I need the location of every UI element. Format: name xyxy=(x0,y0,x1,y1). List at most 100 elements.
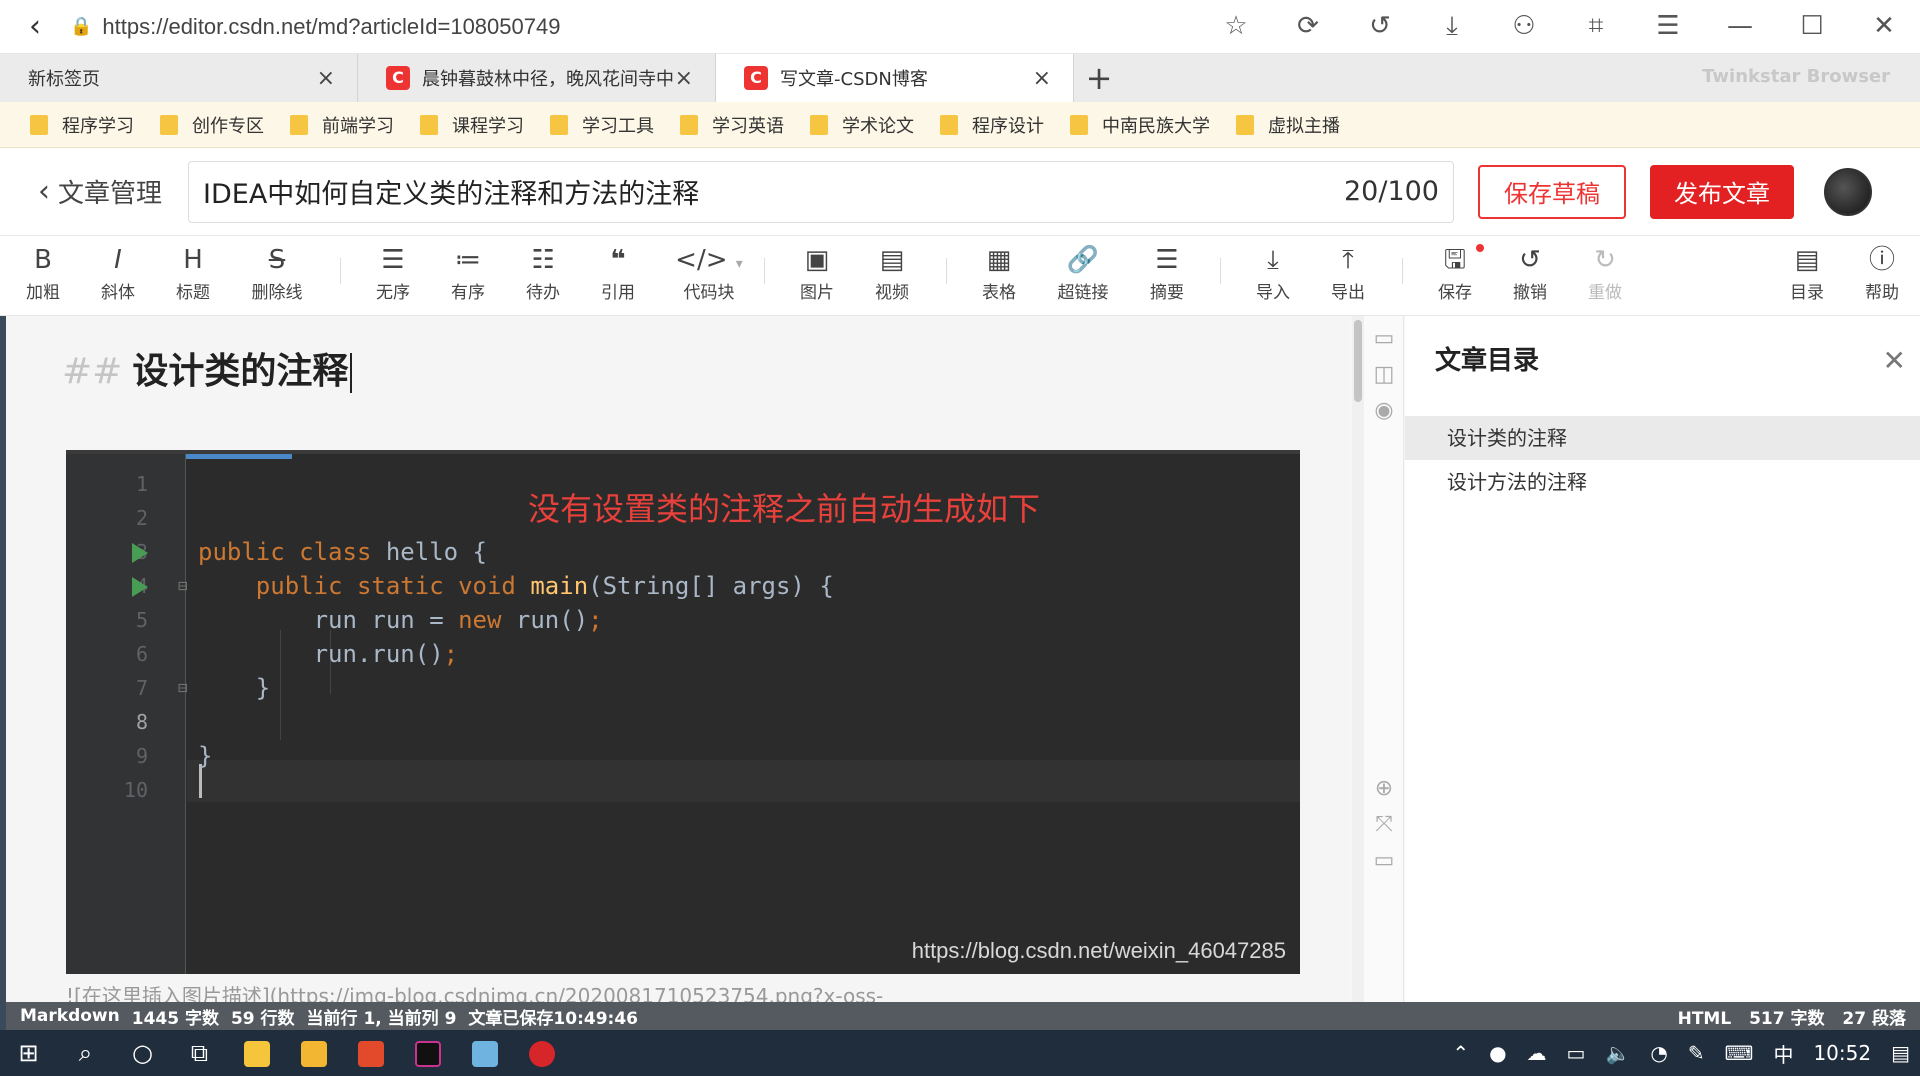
clock[interactable]: 10:52 xyxy=(1813,1041,1871,1065)
article-manage-link[interactable]: ‹ 文章管理 xyxy=(38,173,184,210)
ordered-list-button[interactable]: ≔ 有序 xyxy=(433,242,503,303)
keyboard-icon[interactable]: ⌨ xyxy=(1725,1041,1754,1065)
bookmark-item[interactable]: 学术论文 xyxy=(810,112,914,138)
office-icon[interactable] xyxy=(342,1030,399,1076)
video-button[interactable]: ▤ 视频 xyxy=(857,242,927,303)
file-explorer-icon[interactable] xyxy=(285,1030,342,1076)
intellij-icon[interactable] xyxy=(399,1030,456,1076)
toolbar-divider xyxy=(1402,258,1403,284)
unordered-list-button[interactable]: ☰ 无序 xyxy=(358,242,428,303)
line-number: 8 xyxy=(135,710,148,734)
back-icon[interactable]: ‹ xyxy=(0,9,70,44)
save-draft-button[interactable]: 保存草稿 xyxy=(1478,164,1626,219)
notification-icon[interactable]: ▤ xyxy=(1891,1041,1910,1065)
avatar[interactable] xyxy=(1824,167,1872,216)
split-view-icon[interactable]: ◫ xyxy=(1372,362,1396,387)
preview-eye-icon[interactable]: ◉ xyxy=(1372,398,1396,423)
ime-indicator[interactable]: 中 xyxy=(1773,1039,1793,1068)
battery-icon[interactable]: ▭ xyxy=(1567,1041,1586,1065)
bold-button[interactable]: B 加粗 xyxy=(8,242,78,303)
star-icon[interactable]: ☆ xyxy=(1200,11,1272,42)
image-button[interactable]: ▣ 图片 xyxy=(782,242,852,303)
codeblock-button[interactable]: </> ▾ 代码块 xyxy=(666,242,752,303)
netease-music-icon[interactable] xyxy=(513,1030,570,1076)
folder-icon xyxy=(290,114,308,135)
title-char-count: 20/100 xyxy=(1344,176,1439,207)
sync-scroll-icon[interactable]: ⊕ xyxy=(1372,776,1396,801)
import-button[interactable]: ⤓ 导入 xyxy=(1238,242,1308,303)
bookmark-item[interactable]: 创作专区 xyxy=(160,112,264,138)
toc-icon: ▤ xyxy=(1794,245,1820,275)
download-icon[interactable]: ⤓ xyxy=(1416,11,1488,42)
tab-newtab[interactable]: 新标签页 × xyxy=(0,54,358,102)
windows-start-icon[interactable]: ⊞ xyxy=(0,1030,57,1076)
bookmark-item[interactable]: 学习英语 xyxy=(680,112,784,138)
app-icon[interactable] xyxy=(456,1030,513,1076)
new-tab-button[interactable]: + xyxy=(1074,54,1124,102)
bookmark-item[interactable]: 程序学习 xyxy=(30,112,134,138)
bookmark-item[interactable]: 虚拟主播 xyxy=(1236,112,1340,138)
close-window-icon[interactable]: ✕ xyxy=(1848,11,1920,42)
editor-only-view-icon[interactable]: ▭ xyxy=(1372,326,1396,351)
cortana-icon[interactable]: ○ xyxy=(114,1030,171,1076)
layout-icon[interactable]: ▭ xyxy=(1372,848,1396,873)
toc-item[interactable]: 设计方法的注释 xyxy=(1405,460,1920,504)
search-icon[interactable]: ⌕ xyxy=(57,1030,114,1076)
tab-editor[interactable]: C 写文章-CSDN博客 × xyxy=(716,54,1074,102)
undo-icon[interactable]: ↺ xyxy=(1344,11,1416,42)
bookmark-item[interactable]: 课程学习 xyxy=(420,112,524,138)
pen-icon[interactable]: ✎ xyxy=(1688,1041,1705,1065)
run-icon xyxy=(132,543,148,563)
cloud-icon[interactable]: ☁ xyxy=(1527,1041,1547,1065)
bookmark-item[interactable]: 学习工具 xyxy=(550,112,654,138)
undo-button[interactable]: ↺ 撤销 xyxy=(1495,242,1565,303)
close-icon[interactable]: × xyxy=(1033,66,1051,91)
bold-icon: B xyxy=(34,245,52,275)
tab-blog[interactable]: C 晨钟暮鼓林中径，晚风花间寺中 × xyxy=(358,54,716,102)
link-button[interactable]: 🔗 超链接 xyxy=(1048,242,1118,303)
toc-item[interactable]: 设计类的注释 xyxy=(1405,416,1920,460)
crop-icon[interactable]: ⌗ xyxy=(1560,11,1632,42)
toc-button[interactable]: ▤ 目录 xyxy=(1772,242,1842,303)
chevron-up-icon[interactable]: ⌃ xyxy=(1452,1041,1469,1065)
wifi-icon[interactable]: ◔ xyxy=(1650,1041,1667,1065)
user-icon[interactable]: ⚇ xyxy=(1488,11,1560,42)
lock-icon: 🔒 xyxy=(70,16,93,37)
scrollbar-thumb[interactable] xyxy=(1354,320,1362,402)
export-button[interactable]: ⤒ 导出 xyxy=(1313,242,1383,303)
bookmark-item[interactable]: 程序设计 xyxy=(940,112,1044,138)
quote-button[interactable]: ❝ 引用 xyxy=(583,242,653,303)
summary-button[interactable]: ☰ 摘要 xyxy=(1132,242,1202,303)
browser-taskbar-icon[interactable] xyxy=(228,1030,285,1076)
editor-scrollbar[interactable] xyxy=(1352,316,1364,1002)
italic-button[interactable]: I 斜体 xyxy=(83,242,153,303)
todo-button[interactable]: ☷ 待办 xyxy=(508,242,578,303)
checklist-icon: ☷ xyxy=(531,245,555,275)
close-icon[interactable]: × xyxy=(317,66,335,91)
volume-icon[interactable]: 🔈 xyxy=(1605,1041,1630,1065)
article-title-input[interactable] xyxy=(203,176,1334,207)
heading-button[interactable]: H 标题 xyxy=(158,242,228,303)
close-icon[interactable]: ✕ xyxy=(1883,344,1906,377)
bookmark-item[interactable]: 中南民族大学 xyxy=(1070,112,1210,138)
refresh-icon[interactable]: ⟳ xyxy=(1272,11,1344,42)
minimize-icon[interactable]: — xyxy=(1704,11,1776,42)
toolbar-divider xyxy=(764,258,765,284)
help-button[interactable]: ⓘ 帮助 xyxy=(1847,242,1917,303)
status-bar: Markdown 1445 字数 59 行数 当前行 1, 当前列 9 文章已保… xyxy=(6,1002,1920,1030)
bookmark-item[interactable]: 前端学习 xyxy=(290,112,394,138)
task-view-icon[interactable]: ⧉ xyxy=(171,1030,228,1076)
fullscreen-icon[interactable]: ⤧ xyxy=(1372,812,1396,837)
url-field[interactable]: https://editor.csdn.net/md?articleId=108… xyxy=(102,14,1200,40)
redo-button[interactable]: ↻ 重做 xyxy=(1570,242,1640,303)
maximize-icon[interactable]: ☐ xyxy=(1776,11,1848,42)
qq-icon[interactable]: ● xyxy=(1489,1041,1506,1065)
strikethrough-button[interactable]: S 删除线 xyxy=(242,242,312,303)
heading-marker: ## xyxy=(62,351,123,392)
markdown-editor[interactable]: ## 设计类的注释 1 2 3 4 5 6 7 8 9 10 ⊟ ⊟ public… xyxy=(6,316,1350,1002)
table-button[interactable]: ▦ 表格 xyxy=(964,242,1034,303)
close-icon[interactable]: × xyxy=(675,66,693,91)
publish-button[interactable]: 发布文章 xyxy=(1650,164,1794,219)
undo-icon: ↺ xyxy=(1519,245,1541,275)
menu-icon[interactable]: ☰ xyxy=(1632,11,1704,42)
